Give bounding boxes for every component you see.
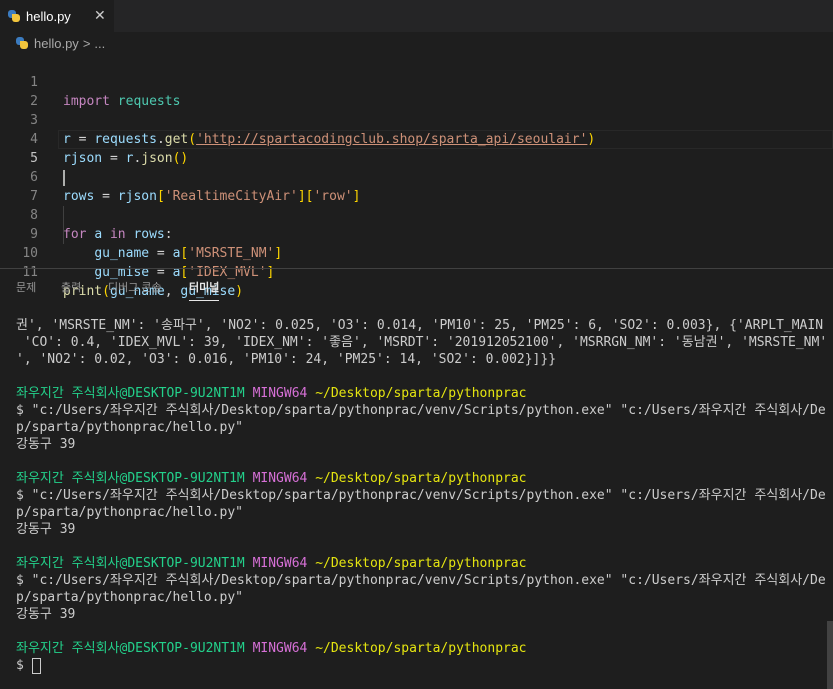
breadcrumb-file[interactable]: hello.py (34, 36, 79, 51)
tab-terminal[interactable]: 터미널 (189, 279, 220, 301)
code-line: 9 gu_name = a['MSRSTE_NM'] (0, 206, 833, 261)
terminal-prompt-line: 좌우지간 주식회사@DESKTOP-9U2NT1M MINGW64 ~/Desk… (16, 385, 826, 402)
code-line: 10 gu_mise = a['IDEX_MVL'] (0, 225, 833, 280)
tab-problems[interactable]: 문제 (16, 279, 36, 295)
prompt-user: 좌우지간 주식회사@DESKTOP-9U2NT1M (16, 556, 245, 571)
bottom-panel: 문제 출력 디버그 콘솔 터미널 권', 'MSRSTE_NM': '송파구',… (0, 268, 833, 689)
code-line: 6 rows = rjson['RealtimeCityAir']['row'] (0, 149, 833, 204)
code-line: 11 print(gu_name, gu_mise) (0, 244, 833, 299)
prompt-path: ~/Desktop/sparta/pythonprac (315, 386, 527, 401)
code-line: 1 import requests (0, 54, 833, 109)
panel-tabs: 문제 출력 디버그 콘솔 터미널 (0, 269, 833, 301)
prompt-user: 좌우지간 주식회사@DESKTOP-9U2NT1M (16, 386, 245, 401)
breadcrumb-separator: > (82, 35, 91, 51)
prompt-shell: MINGW64 (252, 556, 308, 571)
terminal-line: ', 'NO2': 0.02, 'O3': 0.016, 'PM10': 24,… (16, 352, 557, 367)
code-line: 7 (0, 168, 833, 204)
terminal-prompt-line: 좌우지간 주식회사@DESKTOP-9U2NT1M MINGW64 ~/Desk… (16, 555, 826, 572)
terminal-line: $ "c:/Users/좌우지간 주식회사/Desktop/sparta/pyt… (16, 488, 826, 503)
tab-output[interactable]: 출력 (61, 279, 81, 295)
code-line: 4 rjson = r.json() (0, 111, 833, 166)
terminal-cursor (31, 657, 41, 674)
prompt-user: 좌우지간 주식회사@DESKTOP-9U2NT1M (16, 641, 245, 656)
terminal-line: $ "c:/Users/좌우지간 주식회사/Desktop/sparta/pyt… (16, 403, 826, 418)
terminal-line: p/sparta/pythonprac/hello.py" (16, 505, 243, 520)
tab-bar: hello.py ✕ (0, 0, 833, 32)
code-line: 8 for a in rows: (0, 187, 833, 242)
terminal-line: 강동구 39 (16, 437, 76, 452)
code-line: 5 (0, 130, 833, 186)
prompt-path: ~/Desktop/sparta/pythonprac (315, 471, 527, 486)
breadcrumb-more[interactable]: ... (94, 36, 105, 51)
terminal-prompt-line: 좌우지간 주식회사@DESKTOP-9U2NT1M MINGW64 ~/Desk… (16, 640, 826, 657)
prompt-path: ~/Desktop/sparta/pythonprac (315, 641, 527, 656)
terminal-line: p/sparta/pythonprac/hello.py" (16, 420, 243, 435)
python-file-icon (8, 10, 20, 22)
close-icon[interactable]: ✕ (94, 7, 106, 24)
prompt-shell: MINGW64 (252, 641, 308, 656)
tab-label: hello.py (26, 8, 71, 24)
prompt-path: ~/Desktop/sparta/pythonprac (315, 556, 527, 571)
terminal[interactable]: 권', 'MSRSTE_NM': '송파구', 'NO2': 0.025, 'O… (16, 317, 826, 674)
code-line: 2 (0, 73, 833, 109)
terminal-input-line[interactable]: $ (16, 657, 826, 674)
prompt-user: 좌우지간 주식회사@DESKTOP-9U2NT1M (16, 471, 245, 486)
breadcrumb: hello.py > ... (0, 32, 833, 54)
terminal-line: 강동구 39 (16, 522, 76, 537)
terminal-line: $ "c:/Users/좌우지간 주식회사/Desktop/sparta/pyt… (16, 573, 826, 588)
prompt-symbol: $ (16, 658, 32, 673)
code-line: 3 r = requests.get('http://spartacodingc… (0, 92, 833, 147)
terminal-line: 'CO': 0.4, 'IDEX_MVL': 39, 'IDEX_NM': '좋… (16, 335, 826, 350)
prompt-shell: MINGW64 (252, 386, 308, 401)
terminal-line: p/sparta/pythonprac/hello.py" (16, 590, 243, 605)
terminal-line: 권', 'MSRSTE_NM': '송파구', 'NO2': 0.025, 'O… (16, 318, 826, 333)
terminal-scrollbar[interactable] (827, 621, 833, 689)
python-file-icon (16, 37, 28, 49)
terminal-prompt-line: 좌우지간 주식회사@DESKTOP-9U2NT1M MINGW64 ~/Desk… (16, 470, 826, 487)
tab-hello-py[interactable]: hello.py ✕ (0, 0, 114, 32)
terminal-line: 강동구 39 (16, 607, 76, 622)
prompt-shell: MINGW64 (252, 471, 308, 486)
code-editor[interactable]: 1 import requests 2 3 r = requests.get('… (0, 54, 833, 299)
tab-debug-console[interactable]: 디버그 콘솔 (108, 279, 162, 295)
